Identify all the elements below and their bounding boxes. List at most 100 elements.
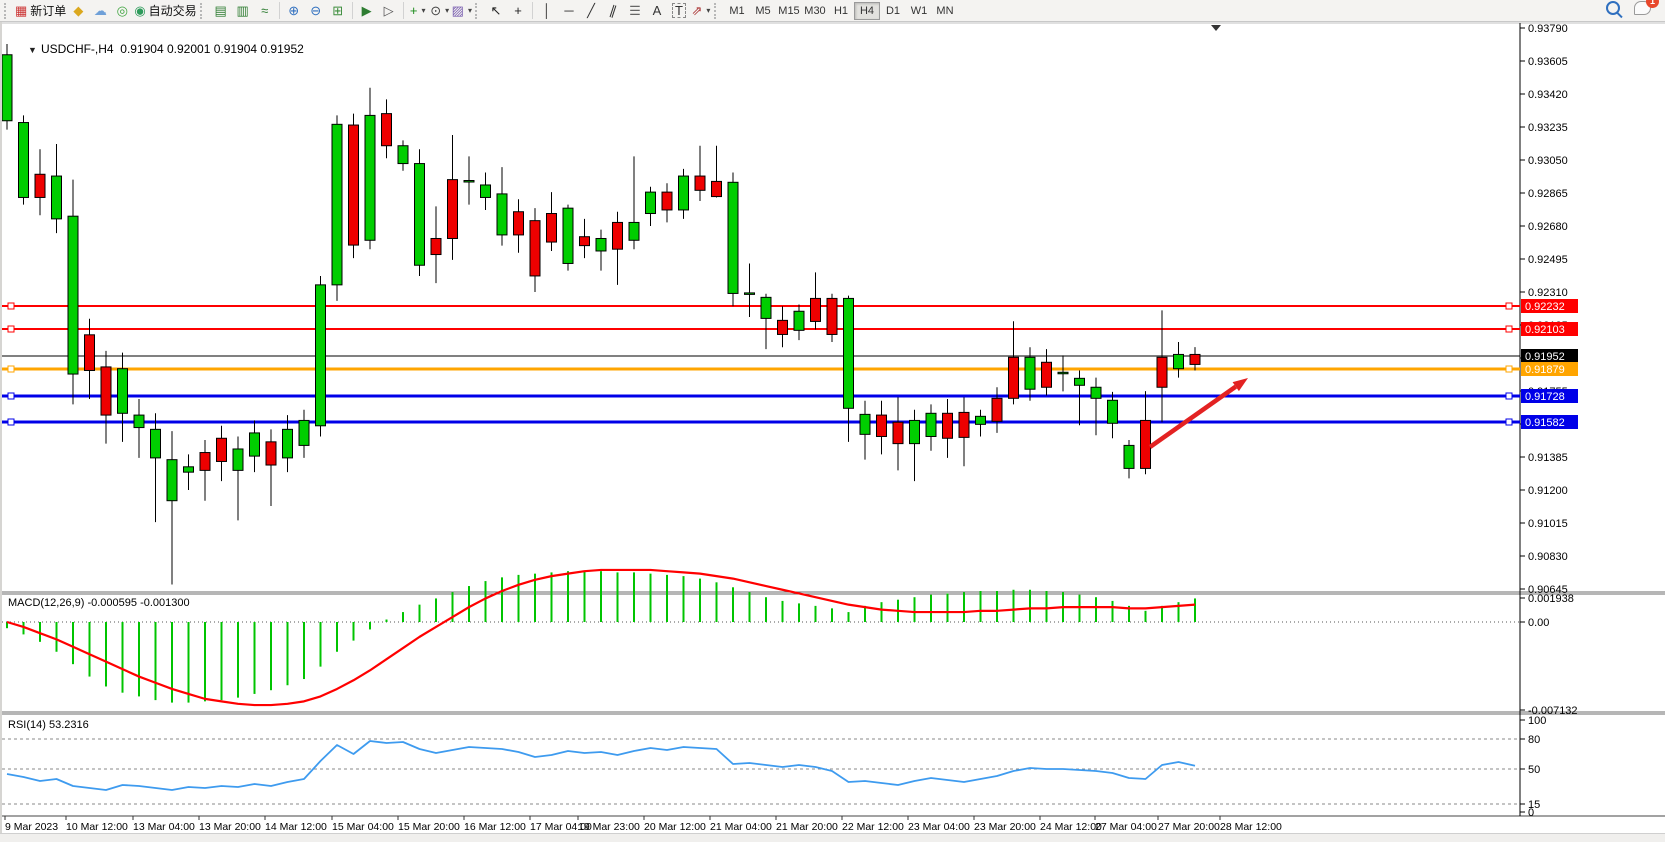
line-handle[interactable] xyxy=(1506,366,1512,372)
zoom-out-button[interactable]: ⊖ xyxy=(305,1,327,21)
horizontal-line-button[interactable]: ─ xyxy=(558,1,580,21)
data-window-icon: ☁ xyxy=(94,4,107,17)
timeframe-m15-button[interactable]: M15 xyxy=(776,2,802,20)
indicators-icon: + xyxy=(410,4,418,17)
time-axis-label[interactable]: 20 Mar 12:00 xyxy=(644,821,706,833)
signals-button[interactable]: ◎ xyxy=(111,1,133,21)
search-button[interactable] xyxy=(1606,1,1620,20)
equidistant-channel-button[interactable]: ∥ xyxy=(602,1,624,21)
line-handle[interactable] xyxy=(1506,419,1512,425)
time-axis-label[interactable]: 13 Mar 20:00 xyxy=(199,821,261,833)
text-button[interactable]: A xyxy=(646,1,668,21)
tile-windows-button[interactable]: ⊞ xyxy=(327,1,349,21)
chart-canvas[interactable]: 0.937900.936050.934200.932350.930500.928… xyxy=(0,0,1665,842)
candle xyxy=(761,297,771,318)
time-axis-label[interactable]: 9 Mar 2023 xyxy=(5,821,58,833)
timeframe-d1-button[interactable]: D1 xyxy=(880,2,906,20)
time-axis-label[interactable]: 22 Mar 12:00 xyxy=(842,821,904,833)
auto-scroll-button[interactable]: ▶ xyxy=(356,1,378,21)
candle xyxy=(398,146,408,164)
fibonacci-icon: ☰ xyxy=(629,4,641,17)
timeframe-w1-button[interactable]: W1 xyxy=(906,2,932,20)
candle xyxy=(877,415,887,436)
chart-shift-button[interactable]: ▷ xyxy=(378,1,400,21)
cursor-button[interactable]: ↖ xyxy=(485,1,507,21)
data-window-button[interactable]: ☁ xyxy=(89,1,111,21)
bar-chart-icon: ▤ xyxy=(215,4,227,17)
candle xyxy=(1157,357,1167,387)
chart-window: 0.937900.936050.934200.932350.930500.928… xyxy=(0,22,1665,833)
indicators-button[interactable]: +▾ xyxy=(407,1,429,21)
candle xyxy=(547,214,557,243)
candle xyxy=(1058,372,1068,374)
vertical-line-button[interactable]: │ xyxy=(536,1,558,21)
candle xyxy=(728,182,738,293)
time-axis-label[interactable]: 24 Mar 12:00 xyxy=(1040,821,1102,833)
candle xyxy=(250,433,260,456)
new-order-icon: ▦ xyxy=(15,4,27,17)
axis-tick-label: 0.93050 xyxy=(1528,155,1568,167)
line-chart-button[interactable]: ≈ xyxy=(254,1,276,21)
chevron-down-icon: ▾ xyxy=(421,6,425,15)
new-order-button[interactable]: ▦新订单 xyxy=(14,1,67,21)
time-axis-label[interactable]: 10 Mar 12:00 xyxy=(66,821,128,833)
time-axis-label[interactable]: 23 Mar 20:00 xyxy=(974,821,1036,833)
market-watch-button[interactable]: ◆ xyxy=(67,1,89,21)
timeframe-h1-button[interactable]: H1 xyxy=(828,2,854,20)
time-axis-label[interactable]: 19 Mar 23:00 xyxy=(578,821,640,833)
crosshair-button[interactable]: + xyxy=(507,1,529,21)
line-handle[interactable] xyxy=(8,326,14,332)
line-handle[interactable] xyxy=(1506,303,1512,309)
notification-badge: 1 xyxy=(1646,0,1659,8)
mt4-terminal: ▦新订单◆☁◎◉自动交易▤▥≈⊕⊖⊞▶▷+▾⊙▾▨▾↖+│─╱∥☰AT⇗▾M1M… xyxy=(0,0,1665,842)
trendline-icon: ╱ xyxy=(587,4,595,17)
zoom-in-button[interactable]: ⊕ xyxy=(283,1,305,21)
signals-icon: ◎ xyxy=(117,4,128,17)
candle xyxy=(893,422,903,443)
text-label-icon: T xyxy=(672,3,686,18)
timeframe-h4-button[interactable]: H4 xyxy=(854,2,880,20)
bar-chart-button[interactable]: ▤ xyxy=(210,1,232,21)
line-handle[interactable] xyxy=(1506,393,1512,399)
line-handle[interactable] xyxy=(8,366,14,372)
auto-trading-button[interactable]: ◉自动交易 xyxy=(133,1,197,21)
time-axis-label[interactable]: 15 Mar 20:00 xyxy=(398,821,460,833)
time-axis-label[interactable]: 16 Mar 12:00 xyxy=(464,821,526,833)
candle xyxy=(976,416,986,424)
timeframe-m30-button[interactable]: M30 xyxy=(802,2,828,20)
time-axis-label[interactable]: 13 Mar 04:00 xyxy=(133,821,195,833)
trendline-button[interactable]: ╱ xyxy=(580,1,602,21)
chevron-down-icon[interactable]: ▼ xyxy=(28,45,37,55)
periods-button[interactable]: ⊙▾ xyxy=(429,1,451,21)
time-axis-label[interactable]: 28 Mar 12:00 xyxy=(1220,821,1282,833)
candle xyxy=(415,164,425,266)
candle xyxy=(85,335,95,371)
line-handle[interactable] xyxy=(8,393,14,399)
candlestick-chart-button[interactable]: ▥ xyxy=(232,1,254,21)
time-axis-label[interactable]: 14 Mar 12:00 xyxy=(265,821,327,833)
candle xyxy=(811,298,821,321)
text-label-button[interactable]: T xyxy=(668,1,690,21)
chart-background xyxy=(0,22,1665,833)
toolbar-separator xyxy=(403,2,404,19)
line-handle[interactable] xyxy=(8,303,14,309)
candle xyxy=(200,453,210,471)
chat-notifications-button[interactable]: 1 xyxy=(1634,1,1651,20)
timeframe-m5-button[interactable]: M5 xyxy=(750,2,776,20)
arrows-button[interactable]: ⇗▾ xyxy=(690,1,712,21)
time-axis-label[interactable]: 27 Mar 20:00 xyxy=(1158,821,1220,833)
templates-button[interactable]: ▨▾ xyxy=(451,1,473,21)
time-axis-label[interactable]: 23 Mar 04:00 xyxy=(908,821,970,833)
time-axis-label[interactable]: 21 Mar 20:00 xyxy=(776,821,838,833)
fibonacci-button[interactable]: ☰ xyxy=(624,1,646,21)
timeframe-mn-button[interactable]: MN xyxy=(932,2,958,20)
time-axis-label[interactable]: 27 Mar 04:00 xyxy=(1095,821,1157,833)
candle xyxy=(283,429,293,458)
line-handle[interactable] xyxy=(1506,326,1512,332)
candle xyxy=(349,125,359,245)
time-axis-label[interactable]: 21 Mar 04:00 xyxy=(710,821,772,833)
time-axis-label[interactable]: 15 Mar 04:00 xyxy=(332,821,394,833)
price-axis-badge-value: 0.92232 xyxy=(1525,301,1565,313)
line-handle[interactable] xyxy=(8,419,14,425)
timeframe-m1-button[interactable]: M1 xyxy=(724,2,750,20)
